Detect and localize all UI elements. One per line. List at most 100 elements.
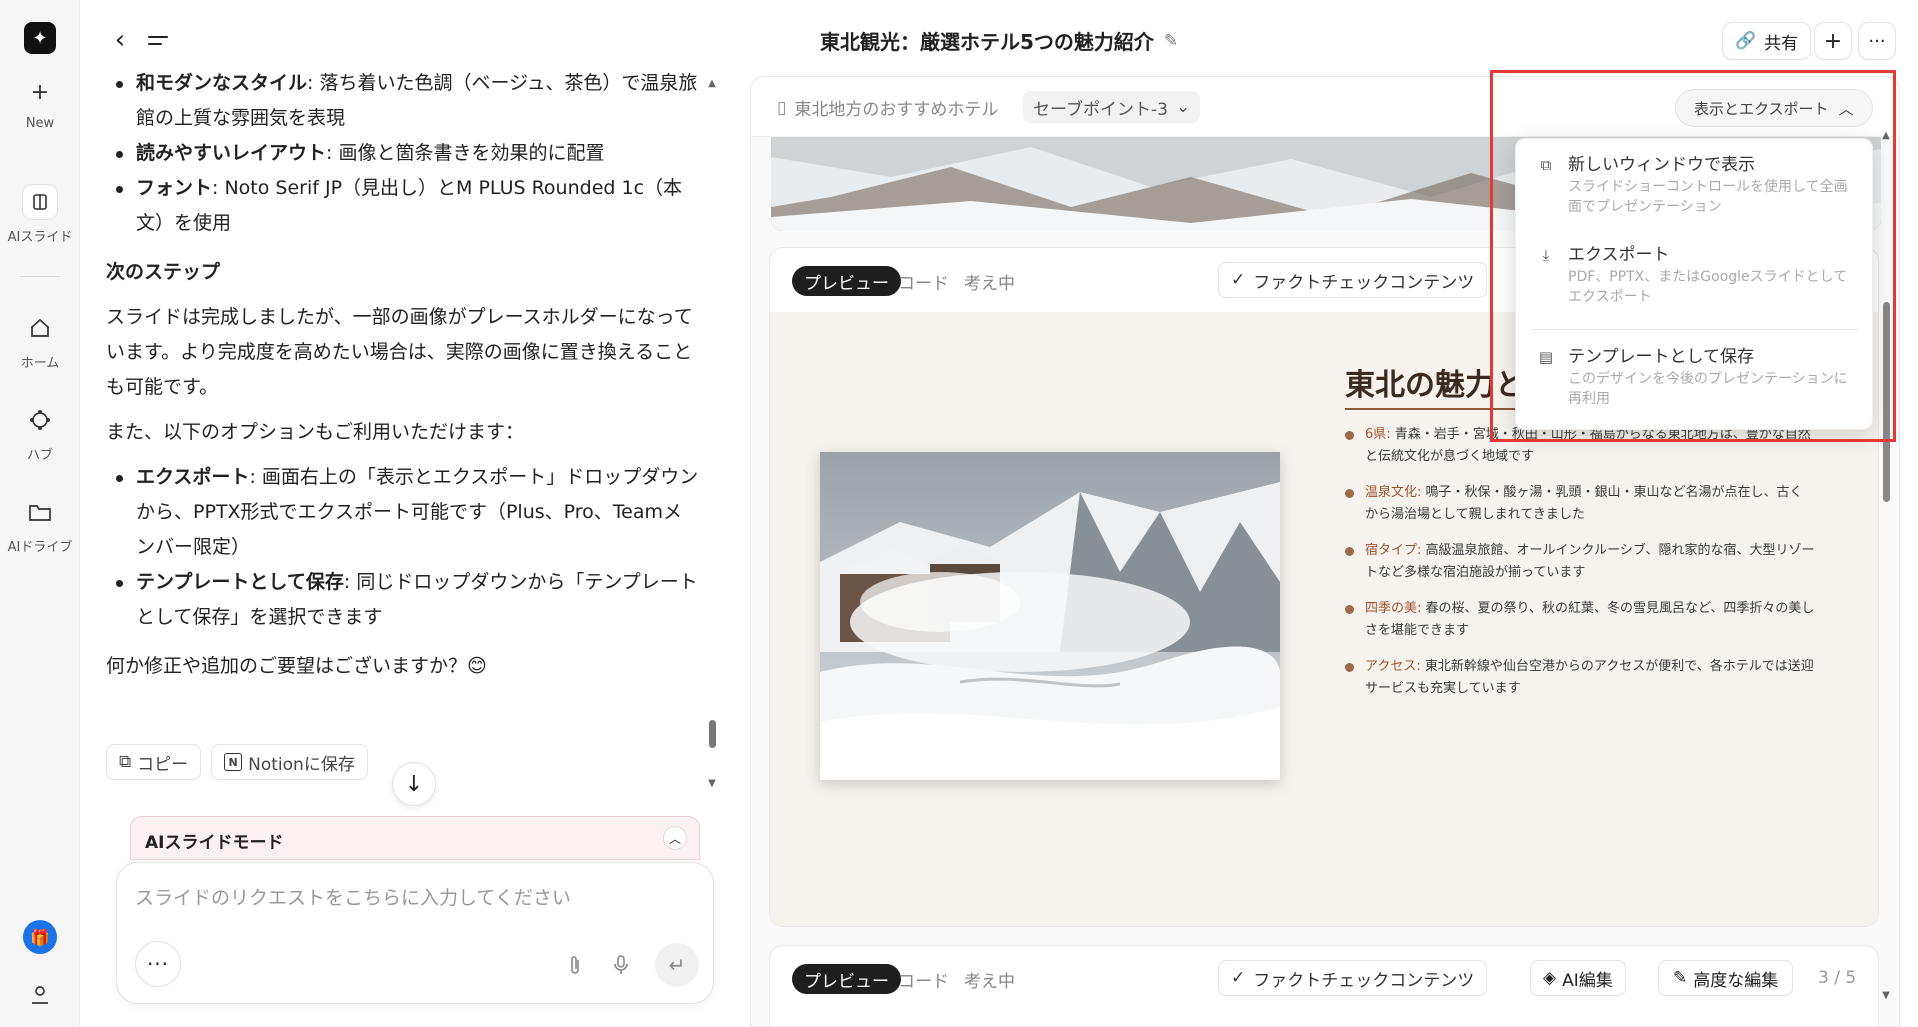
menu-item-title: テンプレートとして保存 [1568, 347, 1754, 367]
tab-code[interactable]: コード [886, 964, 961, 994]
scroll-thumb[interactable] [709, 720, 716, 748]
chat-scrollbar[interactable]: ▲ ▼ [706, 78, 718, 798]
plus-icon: + [1823, 28, 1843, 54]
bullet-text: : Noto Serif JP（見出し）とM PLUS Rounded 1c（本… [136, 177, 683, 234]
advanced-edit-label: 高度な編集 [1693, 970, 1779, 991]
panel-scrollbar[interactable]: ▲ ▼ [1880, 130, 1892, 1010]
scroll-thumb[interactable] [1883, 302, 1890, 502]
bullet-text: 鳴子・秋保・酸ヶ湯・乳頭・銀山・東山など名湯が点在し、古くから湯治場として親しま… [1365, 485, 1803, 522]
chat-message: 和モダンなスタイル: 落ち着いた色調（ベージュ、茶色）で温泉旅館の上質な雰囲気を… [106, 66, 700, 684]
ai-edit-label: AI編集 [1562, 970, 1613, 991]
rail-ai-slides-label: AIスライド [7, 230, 73, 245]
plus-icon: + [30, 79, 50, 105]
next-steps-heading: 次のステップ [106, 261, 221, 283]
savepoint-dropdown[interactable]: セーブポイント-3 ⌄ [1023, 91, 1201, 123]
menu-item-description: PDF、PPTX、またはGoogleスライドとしてエクスポート [1568, 269, 1848, 305]
mic-icon[interactable] [609, 953, 633, 977]
tab-preview[interactable]: プレビュー [792, 964, 901, 994]
attach-icon[interactable] [563, 953, 587, 977]
menu-item-title: 新しいウィンドウで表示 [1568, 155, 1755, 175]
add-button[interactable]: + [1814, 22, 1852, 60]
tab-preview[interactable]: プレビュー [792, 266, 901, 296]
edit-pencil-icon[interactable]: ✎ [1164, 31, 1178, 51]
collapse-chevron-icon[interactable]: ︿ [663, 826, 687, 850]
share-label: 共有 [1764, 33, 1799, 54]
rail-ai-slides[interactable]: AIスライド [0, 184, 80, 245]
app-logo-icon[interactable]: ✦ [24, 22, 56, 54]
enter-icon: ↵ [668, 953, 686, 977]
slides-icon: ▯ [777, 97, 787, 118]
rail-home[interactable]: ホーム [0, 310, 80, 371]
menu-icon[interactable] [148, 26, 176, 54]
page-counter: 3 / 5 [1818, 968, 1857, 988]
notion-label: Notionに保存 [248, 754, 355, 775]
bullet-key: 四季の美: [1365, 601, 1422, 616]
slide-bullet: アクセス: 東北新幹線や仙台空港からのアクセスが便利で、各ホテルでは送迎サービス… [1345, 656, 1815, 700]
next-slide-card: プレビュー コード 考え中 ✓ ファクトチェックコンテンツ ◈ AI編集 ✎ 高… [769, 945, 1879, 1026]
options-list: エクスポート: 画面右上の「表示とエクスポート」ドロップダウンから、PPTX形式… [106, 460, 700, 635]
menu-item-save-template[interactable]: ▤ テンプレートとして保存 このデザインを今後のプレゼンテーションに再利用 [1516, 345, 1874, 409]
share-button[interactable]: 🔗 共有 [1722, 22, 1812, 60]
back-chevron-icon[interactable]: ‹ [106, 25, 134, 55]
chevron-down-icon: ⌄ [1175, 97, 1191, 117]
rail-hub-label: ハブ [26, 448, 53, 463]
menu-item-description: スライドショーコントロールを使用して全画面でプレゼンテーション [1568, 179, 1848, 215]
rail-hub[interactable]: ハブ [0, 402, 80, 463]
factcheck-button[interactable]: ✓ ファクトチェックコンテンツ [1218, 960, 1488, 996]
more-menu-button[interactable]: ··· [1858, 22, 1896, 60]
more-dots-icon: ··· [1868, 30, 1886, 52]
tab-thinking[interactable]: 考え中 [952, 964, 1027, 994]
rail-ai-drive-label: AIドライブ [7, 540, 73, 555]
menu-item-open-new-window[interactable]: ⧉ 新しいウィンドウで表示 スライドショーコントロールを使用して全画面でプレゼン… [1516, 153, 1874, 217]
menu-item-export[interactable]: ⤓ エクスポート PDF、PPTX、またはGoogleスライドとしてエクスポート [1516, 243, 1874, 307]
tab-thinking[interactable]: 考え中 [952, 266, 1027, 296]
scroll-down-button[interactable]: ↓ [392, 762, 436, 806]
prompt-input[interactable]: スライドのリクエストをこちらに入力してください [135, 883, 571, 910]
list-item: テンプレートとして保存: 同じドロップダウンから「テンプレートとして保存」を選択… [106, 565, 700, 635]
breadcrumb[interactable]: ▯ 東北地方のおすすめホテル [777, 95, 998, 121]
more-options-button[interactable]: ··· [135, 941, 181, 987]
rail-ai-drive[interactable]: AIドライブ [0, 494, 80, 555]
view-export-dropdown: ⧉ 新しいウィンドウで表示 スライドショーコントロールを使用して全画面でプレゼン… [1515, 138, 1873, 430]
chevron-up-icon: ︿ [1838, 99, 1854, 118]
scroll-down-arrow-icon[interactable]: ▼ [706, 778, 718, 789]
bullet-text: 青森・岩手・宮城・秋田・山形・福島からなる東北地方は、豊かな自然と伝統文化が息づ… [1365, 427, 1811, 464]
template-icon: ▤ [1538, 348, 1554, 366]
send-button[interactable]: ↵ [655, 943, 699, 987]
notion-icon: N [224, 753, 243, 771]
copy-label: コピー [137, 754, 189, 775]
save-to-notion-button[interactable]: N Notionに保存 [211, 744, 368, 780]
ai-edit-button[interactable]: ◈ AI編集 [1530, 960, 1626, 996]
bullet-key: 6県: [1365, 427, 1391, 442]
list-item: 読みやすいレイアウト: 画像と箇条書きを効果的に配置 [106, 136, 700, 171]
scroll-up-arrow-icon[interactable]: ▲ [706, 78, 718, 89]
slide-bullet: 温泉文化: 鳴子・秋保・酸ヶ湯・乳頭・銀山・東山など名湯が点在し、古くから湯治場… [1345, 482, 1815, 526]
slides-icon [22, 184, 58, 220]
bullet-key: 宿タイプ: [1365, 543, 1422, 558]
copy-button[interactable]: ⧉ コピー [106, 744, 202, 780]
list-item: エクスポート: 画面右上の「表示とエクスポート」ドロップダウンから、PPTX形式… [106, 460, 700, 565]
scroll-down-arrow-icon[interactable]: ▼ [1880, 990, 1892, 1001]
gift-icon[interactable]: 🎁 [23, 920, 57, 954]
list-item: 和モダンなスタイル: 落ち着いた色調（ベージュ、茶色）で温泉旅館の上質な雰囲気を… [106, 66, 700, 136]
message-actions: ⧉ コピー N Notionに保存 [106, 744, 368, 780]
ai-sparkle-icon: ◈ [1543, 968, 1557, 988]
bullet-key: アクセス: [1365, 659, 1421, 674]
tab-code[interactable]: コード [886, 266, 961, 296]
advanced-edit-button[interactable]: ✎ 高度な編集 [1658, 960, 1794, 996]
drive-icon [22, 494, 58, 530]
scroll-up-arrow-icon[interactable]: ▲ [1880, 130, 1892, 141]
download-icon: ⤓ [1542, 246, 1550, 264]
bullet-bold: エクスポート [136, 466, 250, 488]
paragraph: スライドは完成しましたが、一部の画像がプレースホルダーになっています。より完成度… [106, 306, 693, 398]
slide-bullet: 四季の美: 春の桜、夏の祭り、秋の紅葉、冬の雪見風呂など、四季折々の美しさを堪能… [1345, 598, 1815, 642]
user-icon[interactable] [26, 980, 54, 1008]
view-export-button[interactable]: 表示とエクスポート ︿ [1675, 89, 1873, 127]
view-export-label: 表示とエクスポート [1694, 99, 1829, 118]
bullet-text: : 画像と箇条書きを効果的に配置 [326, 142, 605, 164]
bullet-bold: 読みやすいレイアウト [136, 142, 327, 164]
factcheck-button[interactable]: ✓ ファクトチェックコンテンツ [1218, 262, 1488, 298]
menu-divider [1532, 329, 1858, 330]
check-circle-icon: ✓ [1231, 968, 1246, 988]
rail-new[interactable]: + New [0, 74, 80, 132]
